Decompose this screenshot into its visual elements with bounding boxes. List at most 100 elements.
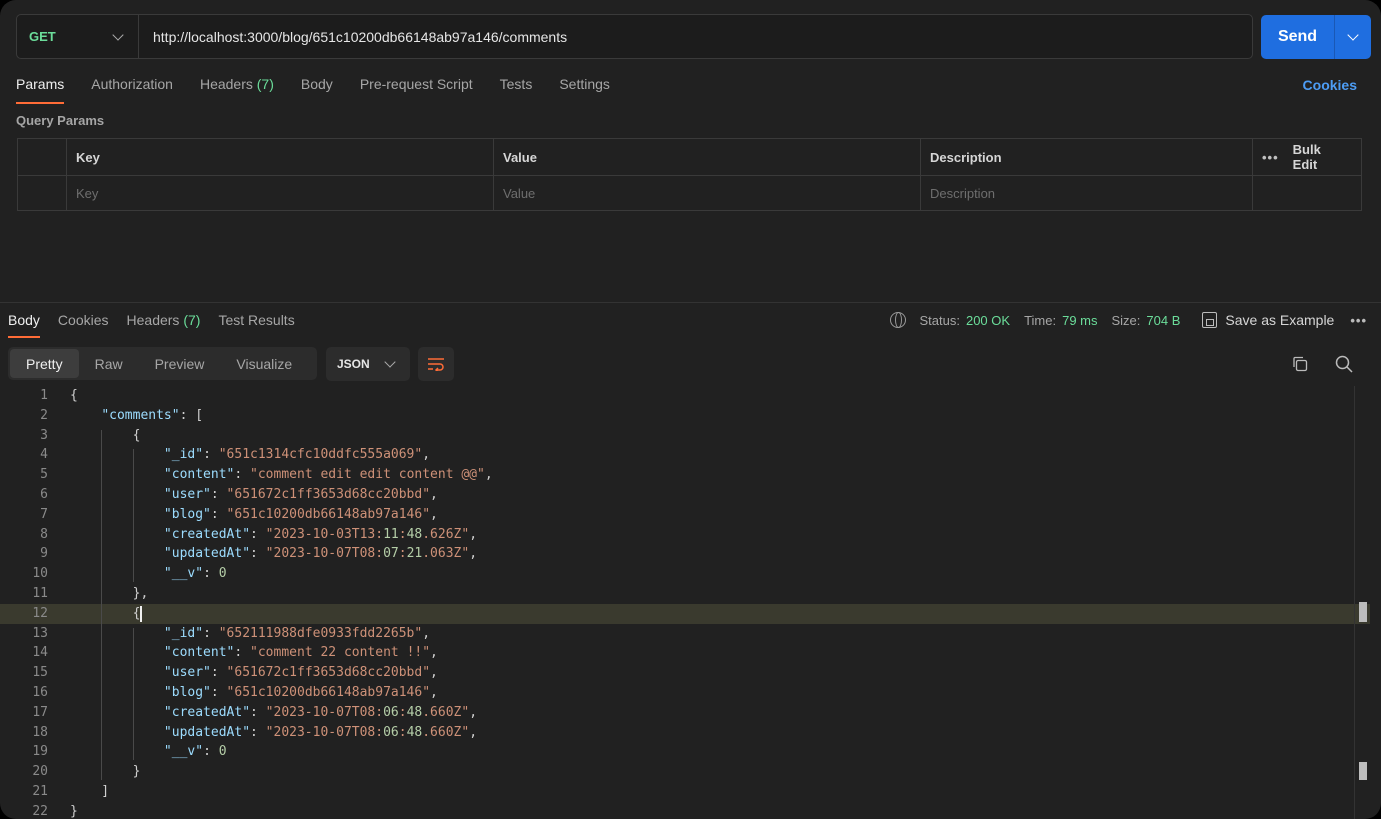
tab-label: Body	[8, 312, 40, 328]
params-table: Key Value Description ••• Bulk Edit Key …	[17, 138, 1362, 211]
column-value: Value	[494, 139, 921, 175]
line-text: }	[70, 764, 141, 780]
line-text: "content": "comment 22 content !!",	[163, 645, 438, 661]
line-number: 17	[32, 704, 48, 720]
view-pretty[interactable]: Pretty	[10, 349, 79, 378]
wrap-button[interactable]	[418, 347, 454, 381]
row-actions	[1253, 176, 1361, 211]
time-value[interactable]: 79 ms	[1062, 313, 1097, 328]
tab-authorization[interactable]: Authorization	[91, 76, 173, 104]
line-number: 15	[32, 665, 48, 681]
tab-label: Tests	[499, 76, 533, 92]
key-input[interactable]: Key	[67, 176, 494, 211]
globe-icon[interactable]	[889, 312, 906, 328]
more-icon[interactable]: •••	[1350, 313, 1367, 328]
description-input[interactable]: Description	[921, 176, 1253, 211]
line-number: 5	[40, 467, 48, 483]
code-line: 15 "user": "651672c1ff3653d68cc20bbd",	[0, 663, 1370, 683]
response-divider[interactable]	[0, 302, 1381, 303]
tab-headers[interactable]: Headers (7)	[200, 76, 274, 104]
method-label: GET	[29, 29, 56, 44]
scroll-thumb[interactable]	[1359, 762, 1367, 780]
tab-test-results[interactable]: Test Results	[218, 312, 294, 338]
code-line: 9 "updatedAt": "2023-10-07T08:07:21.063Z…	[0, 544, 1370, 564]
tab-params[interactable]: Params	[16, 76, 65, 104]
line-number: 2	[40, 407, 48, 423]
line-text: "comments": [	[101, 407, 204, 423]
column-key: Key	[67, 139, 494, 175]
line-number: 13	[32, 625, 48, 641]
line-text: "user": "651672c1ff3653d68cc20bbd",	[163, 487, 438, 502]
url-bar: GET	[16, 14, 1253, 59]
code-line: 18 "updatedAt": "2023-10-07T08:06:48.660…	[0, 723, 1370, 743]
tab-label: Settings	[559, 76, 610, 92]
line-text: "blog": "651c10200db66148ab97a146",	[163, 506, 438, 522]
more-icon[interactable]: •••	[1262, 150, 1279, 165]
line-text: {	[70, 388, 78, 403]
url-input[interactable]	[139, 28, 1252, 45]
line-text: "user": "651672c1ff3653d68cc20bbd",	[163, 665, 438, 681]
indent-guide	[133, 627, 134, 761]
code-line: 13 "_id": "652111988dfe0933fdd2265b",	[0, 624, 1370, 644]
save-as-example-button[interactable]: Save as Example	[1225, 312, 1334, 328]
send-options-button[interactable]	[1335, 15, 1371, 59]
tab-tests[interactable]: Tests	[500, 76, 533, 104]
chevron-down-icon	[112, 28, 124, 41]
tab-response-body[interactable]: Body	[8, 312, 40, 338]
line-text: "updatedAt": "2023-10-07T08:07:21.063Z",	[163, 546, 478, 562]
tab-response-headers[interactable]: Headers (7)	[127, 312, 201, 338]
line-number: 4	[40, 447, 48, 463]
size-value[interactable]: 704 B	[1146, 313, 1180, 328]
row-checkbox	[18, 176, 67, 211]
indent-guide	[101, 429, 102, 780]
tab-response-cookies[interactable]: Cookies	[58, 312, 109, 338]
value-input[interactable]: Value	[494, 176, 921, 211]
code-line: 22}	[0, 802, 1370, 819]
view-preview[interactable]: Preview	[139, 349, 221, 378]
status-value[interactable]: 200 OK	[966, 313, 1010, 328]
wrap-icon	[428, 358, 444, 371]
code-line: 2 "comments": [	[0, 406, 1370, 426]
send-button[interactable]: Send	[1261, 15, 1335, 59]
time-label: Time:	[1024, 312, 1057, 328]
copy-icon[interactable]	[1292, 356, 1308, 372]
view-visualize[interactable]: Visualize	[220, 349, 308, 378]
line-number: 14	[32, 645, 48, 661]
save-icon[interactable]	[1202, 312, 1218, 328]
scroll-marker	[1359, 602, 1367, 622]
table-actions: ••• Bulk Edit	[1253, 139, 1361, 175]
line-text: "__v": 0	[163, 744, 227, 760]
cookies-link[interactable]: Cookies	[1303, 77, 1357, 93]
code-line: 20 }	[0, 762, 1370, 782]
table-header-row: Key Value Description ••• Bulk Edit	[18, 139, 1361, 175]
tab-label: Body	[300, 76, 333, 92]
line-text: "createdAt": "2023-10-07T08:06:48.660Z",	[163, 704, 478, 720]
line-number: 19	[32, 744, 48, 760]
scrollbar-track[interactable]	[1354, 386, 1355, 819]
response-body-code[interactable]: 1{2 "comments": [3 {4 "_id": "651c1314cf…	[0, 386, 1370, 819]
line-number: 7	[40, 506, 48, 522]
tab-body[interactable]: Body	[301, 76, 333, 104]
line-text: }	[70, 803, 78, 819]
response-tabs: Body Cookies Headers (7) Test Results	[8, 312, 313, 338]
line-text: "updatedAt": "2023-10-07T08:06:48.660Z",	[163, 724, 478, 740]
code-line: 4 "_id": "651c1314cfc10ddfc555a069",	[0, 445, 1370, 465]
search-icon[interactable]	[1335, 355, 1353, 373]
line-number: 18	[32, 724, 48, 740]
line-text: "_id": "651c1314cfc10ddfc555a069",	[163, 447, 431, 463]
tab-settings[interactable]: Settings	[559, 76, 610, 104]
format-select[interactable]: JSON	[326, 347, 410, 381]
code-line: 6 "user": "651672c1ff3653d68cc20bbd",	[0, 485, 1370, 505]
method-select[interactable]: GET	[17, 15, 139, 58]
text-caret	[140, 605, 142, 622]
column-description: Description	[921, 139, 1253, 175]
code-line: 19 "__v": 0	[0, 742, 1370, 762]
response-meta: Status: 200 OK Time: 79 ms Size: 704 B S…	[889, 312, 1368, 328]
view-raw[interactable]: Raw	[79, 349, 139, 378]
tab-pre-request-script[interactable]: Pre-request Script	[360, 76, 473, 104]
view-mode-switch: Pretty Raw Preview Visualize	[8, 347, 317, 380]
bulk-edit-button[interactable]: Bulk Edit	[1293, 142, 1347, 172]
tab-count: (7)	[256, 76, 274, 92]
code-line: 11 },	[0, 584, 1370, 604]
line-text: "blog": "651c10200db66148ab97a146",	[163, 685, 438, 700]
